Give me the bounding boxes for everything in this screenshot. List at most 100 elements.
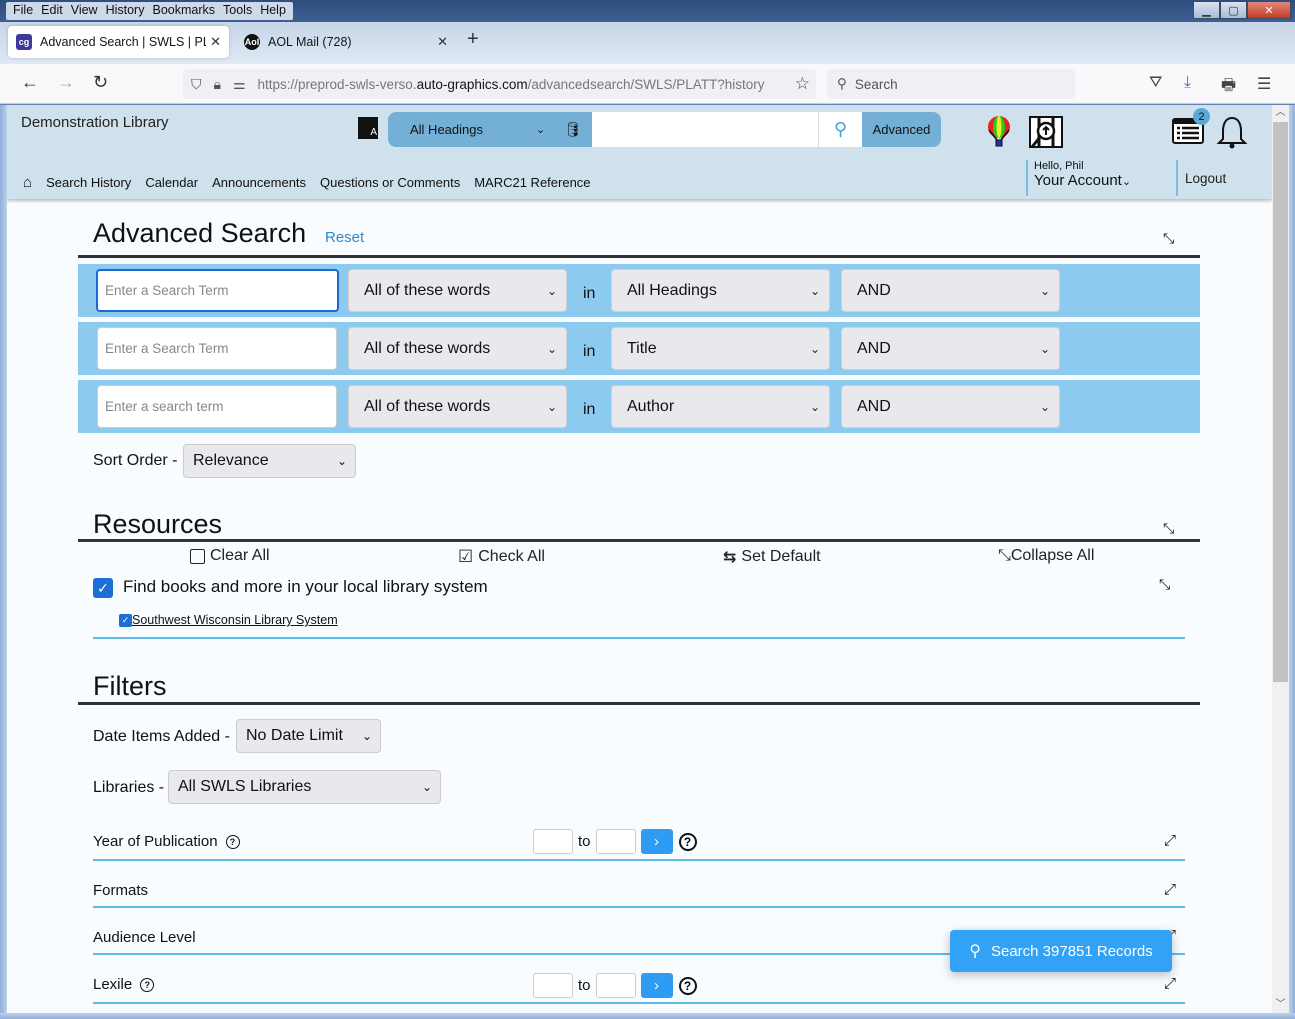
bell-icon[interactable] (1216, 115, 1248, 149)
bookmark-star-icon[interactable]: ☆ (795, 74, 810, 94)
scroll-down-icon[interactable]: ﹀ (1272, 997, 1289, 1013)
chevron-down-icon: ⌄ (809, 341, 820, 356)
scrollbar-thumb[interactable] (1273, 122, 1288, 682)
help-icon[interactable]: ? (678, 832, 697, 851)
menu-hamburger-icon[interactable]: ☰ (1257, 74, 1271, 94)
search-term-input[interactable]: Enter a Search Term (96, 269, 339, 312)
expand-icon[interactable]: ⤢ (1164, 832, 1176, 849)
search-scope-select[interactable]: All Headings ⌄ 🛢︎ (388, 112, 592, 147)
menu-edit[interactable]: Edit (37, 2, 67, 20)
expand-icon[interactable]: ⤢ (1164, 881, 1176, 898)
lock-icon[interactable]: 🔒︎ (214, 76, 221, 93)
filters-title: Filters (93, 671, 167, 701)
lexile-from-input[interactable] (533, 973, 573, 998)
minimize-button[interactable]: ▁ (1193, 1, 1220, 19)
field-select[interactable]: Title ⌄ (611, 327, 830, 370)
menu-tools[interactable]: Tools (219, 2, 256, 20)
header-search-input[interactable] (592, 112, 818, 147)
menu-view[interactable]: View (67, 2, 102, 20)
collapse-group-icon[interactable]: ⤡ (1159, 576, 1170, 593)
nav-marc21-reference[interactable]: MARC21 Reference (474, 175, 590, 190)
swls-link[interactable]: Southwest Wisconsin Library System (132, 613, 338, 627)
swls-checkbox[interactable]: ✓ (119, 614, 132, 627)
operator-select[interactable]: AND ⌄ (841, 327, 1060, 370)
match-type-select[interactable]: All of these words ⌄ (348, 327, 567, 370)
local-library-checkbox[interactable]: ✓ (93, 578, 113, 598)
search-term-input[interactable]: Enter a search term (97, 385, 337, 428)
libraries-select[interactable]: All SWLS Libraries ⌄ (168, 770, 441, 804)
set-default-button[interactable]: ⇆ Set Default (723, 547, 821, 567)
year-apply-button[interactable]: › (640, 829, 673, 854)
maximize-button[interactable]: ▢ (1220, 1, 1247, 19)
collapse-icon[interactable]: ⤡ (1163, 230, 1174, 247)
download-icon[interactable]: ⤓ (1184, 74, 1191, 92)
reset-link[interactable]: Reset (325, 229, 364, 246)
section-divider (78, 702, 1200, 705)
lexile-to-input[interactable] (595, 973, 636, 998)
search-term-input[interactable]: Enter a Search Term (97, 327, 337, 370)
account-menu[interactable]: Hello, Phil Your Account⌄ (1026, 160, 1131, 196)
menu-bookmarks[interactable]: Bookmarks (148, 2, 219, 20)
date-added-select[interactable]: No Date Limit ⌄ (236, 719, 381, 753)
help-icon[interactable]: ? (140, 978, 155, 993)
menu-history[interactable]: History (102, 2, 149, 20)
check-all-button[interactable]: ☑ Check All (458, 547, 545, 567)
print-icon[interactable]: 🖶︎ (1221, 74, 1236, 101)
close-tab-icon[interactable]: ✕ (210, 34, 221, 50)
help-icon[interactable]: ? (678, 976, 697, 995)
tab-advanced-search[interactable]: cg Advanced Search | SWLS | PLATT ✕ (8, 26, 229, 58)
greeting: Hello, Phil (1034, 160, 1084, 172)
lexile-apply-button[interactable]: › (640, 973, 673, 998)
browser-search-box[interactable]: ⚲ Search (827, 69, 1075, 99)
operator-select[interactable]: AND ⌄ (841, 385, 1060, 428)
collapse-all-button[interactable]: ⤡ Collapse All (998, 547, 1094, 565)
operator-select[interactable]: AND ⌄ (841, 269, 1060, 312)
tab-aol-mail[interactable]: Aol AOL Mail (728) ✕ (236, 26, 456, 58)
nav-announcements[interactable]: Announcements (212, 175, 306, 190)
menu-file[interactable]: File (9, 2, 37, 20)
menu-help[interactable]: Help (256, 2, 290, 20)
help-icon[interactable]: ? (225, 835, 240, 850)
balloon-icon[interactable] (987, 116, 1011, 148)
url-bar[interactable]: ⛉ 🔒︎ ⚌ https://preprod-swls-verso.auto-g… (183, 69, 816, 99)
year-to-input[interactable] (595, 829, 636, 854)
home-icon[interactable]: ⌂ (23, 174, 32, 191)
nav-calendar[interactable]: Calendar (145, 175, 198, 190)
year-from-input[interactable] (533, 829, 573, 854)
search-catalog-icon[interactable] (1028, 115, 1064, 149)
scroll-up-icon[interactable]: ︿ (1272, 105, 1289, 121)
expand-icon[interactable]: ⤢ (1164, 975, 1176, 992)
vertical-scrollbar[interactable]: ︿ ﹀ (1272, 105, 1289, 1013)
pocket-icon[interactable]: ⛛ (1149, 74, 1162, 92)
nav-questions[interactable]: Questions or Comments (320, 175, 460, 190)
clear-all-button[interactable]: Clear All (190, 547, 270, 565)
collapse-icon[interactable]: ⤡ (1163, 520, 1174, 537)
back-icon[interactable]: ← (21, 72, 39, 93)
database-icon[interactable]: 🛢︎ (564, 121, 582, 138)
field-select[interactable]: All Headings ⌄ (611, 269, 830, 312)
advanced-button[interactable]: Advanced (862, 112, 941, 147)
sort-order-select[interactable]: Relevance ⌄ (183, 444, 356, 478)
nav-search-history[interactable]: Search History (46, 175, 131, 190)
new-tab-icon[interactable]: + (467, 28, 479, 51)
audience-level-label[interactable]: Audience Level (93, 929, 196, 946)
formats-label[interactable]: Formats (93, 882, 148, 899)
logout-link[interactable]: Logout (1176, 160, 1226, 196)
language-icon[interactable]: A (358, 117, 378, 139)
close-tab-icon[interactable]: ✕ (437, 34, 448, 50)
close-window-button[interactable]: ✕ (1247, 1, 1291, 19)
aol-favicon-icon: Aol (244, 34, 260, 50)
match-type-select[interactable]: All of these words ⌄ (348, 385, 567, 428)
url-text[interactable]: https://preprod-swls-verso.auto-graphics… (258, 77, 795, 92)
chevron-down-icon: ⌄ (536, 124, 546, 136)
match-type-select[interactable]: All of these words ⌄ (348, 269, 567, 312)
search-records-button[interactable]: ⚲ Search 397851 Records (950, 930, 1172, 972)
permissions-icon[interactable]: ⚌ (233, 76, 246, 93)
account-label[interactable]: Your Account (1034, 172, 1122, 189)
chevron-down-icon: ⌄ (1039, 399, 1050, 414)
forward-icon[interactable]: → (57, 72, 75, 93)
field-select[interactable]: Author ⌄ (611, 385, 830, 428)
shield-icon[interactable]: ⛉ (191, 76, 202, 93)
search-icon[interactable]: ⚲ (818, 112, 862, 147)
reload-icon[interactable]: ↻ (93, 72, 108, 93)
